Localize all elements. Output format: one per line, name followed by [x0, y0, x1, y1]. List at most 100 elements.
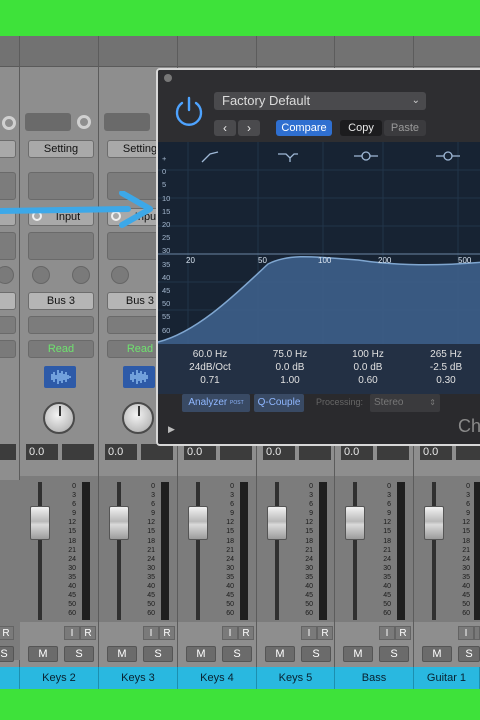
volume-fader-handle[interactable]: [424, 506, 444, 540]
solo-button[interactable]: S: [458, 646, 480, 662]
window-close-button[interactable]: [164, 74, 172, 82]
analyzer-button[interactable]: Analyzer POST: [182, 394, 250, 412]
db-tick: 25: [162, 233, 171, 243]
input-monitor-button[interactable]: I: [222, 626, 238, 640]
setting-button[interactable]: [0, 140, 16, 158]
solo-button[interactable]: S: [301, 646, 331, 662]
mute-button[interactable]: M: [107, 646, 137, 662]
record-enable-button[interactable]: R: [395, 626, 411, 640]
setting-button[interactable]: Setting: [28, 140, 94, 158]
channel-name[interactable]: Guitar 1: [414, 667, 480, 689]
send-bus-button[interactable]: Bus 3: [28, 292, 94, 310]
level-meter: [82, 482, 90, 620]
channel-name[interactable]: Keys 2: [20, 667, 99, 689]
scale-tick: 3: [309, 492, 313, 500]
band3-gain[interactable]: 0.0 dB: [338, 362, 398, 373]
mute-button[interactable]: M: [28, 646, 58, 662]
paste-button[interactable]: Paste: [384, 120, 426, 136]
automation-read-button[interactable]: [0, 340, 16, 358]
volume-fader-handle[interactable]: [345, 506, 365, 540]
empty-send-slot[interactable]: [0, 316, 16, 334]
link-ring-icon[interactable]: [2, 116, 16, 130]
pan-knob[interactable]: [122, 402, 154, 434]
input-monitor-button[interactable]: I: [64, 626, 80, 640]
pan-knob[interactable]: [43, 402, 75, 434]
band2-q[interactable]: 1.00: [260, 375, 320, 386]
mode-round-button[interactable]: [72, 266, 90, 284]
automation-read-button[interactable]: Read: [28, 340, 94, 358]
band1-frequency[interactable]: 60.0 Hz: [180, 349, 240, 360]
level-meter: [319, 482, 327, 620]
volume-readout[interactable]: 0.0: [26, 444, 58, 460]
volume-fader-handle[interactable]: [30, 506, 50, 540]
volume-fader-handle[interactable]: [188, 506, 208, 540]
band4-q[interactable]: 0.30: [416, 375, 476, 386]
device-slot[interactable]: [25, 113, 71, 131]
band3-frequency[interactable]: 100 Hz: [338, 349, 398, 360]
mode-round-button[interactable]: [0, 266, 14, 284]
scale-tick: 60: [383, 610, 391, 618]
input-monitor-button[interactable]: I: [458, 626, 474, 640]
band2-frequency[interactable]: 75.0 Hz: [260, 349, 320, 360]
volume-fader-handle[interactable]: [109, 506, 129, 540]
mode-round-button[interactable]: [32, 266, 50, 284]
channel-name[interactable]: [0, 667, 20, 689]
copy-button[interactable]: Copy: [340, 120, 382, 136]
record-enable-button[interactable]: R: [80, 626, 96, 640]
record-enable-button[interactable]: [474, 626, 480, 640]
insert-slot[interactable]: [28, 232, 94, 260]
device-slot[interactable]: [104, 113, 150, 131]
solo-button[interactable]: S: [143, 646, 173, 662]
send-bus-button[interactable]: [0, 292, 16, 310]
mode-round-button[interactable]: [111, 266, 129, 284]
solo-button[interactable]: S: [64, 646, 94, 662]
disclosure-triangle-icon[interactable]: ▶: [168, 424, 175, 435]
next-preset-button[interactable]: ›: [238, 120, 260, 136]
band3-q[interactable]: 0.60: [338, 375, 398, 386]
band1-q[interactable]: 0.71: [180, 375, 240, 386]
processing-dropdown[interactable]: Stereo ⇕: [370, 394, 440, 412]
volume-fader-handle[interactable]: [267, 506, 287, 540]
q-couple-button[interactable]: Q-Couple: [254, 394, 304, 412]
link-ring-icon[interactable]: [77, 115, 91, 129]
channel-name[interactable]: Keys 3: [99, 667, 178, 689]
freq-label: 50: [258, 256, 267, 265]
solo-button[interactable]: S: [0, 646, 14, 662]
volume-readout[interactable]: 0.0: [420, 444, 452, 460]
scale-tick: 50: [462, 601, 470, 609]
record-enable-button[interactable]: R: [317, 626, 333, 640]
record-enable-button[interactable]: R: [238, 626, 254, 640]
band4-frequency[interactable]: 265 Hz: [416, 349, 476, 360]
band2-gain[interactable]: 0.0 dB: [260, 362, 320, 373]
channel-name[interactable]: Bass: [335, 667, 414, 689]
volume-readout[interactable]: 0.0: [341, 444, 373, 460]
channel-name[interactable]: Keys 5: [257, 667, 335, 689]
input-monitor-button[interactable]: I: [143, 626, 159, 640]
volume-readout[interactable]: 0.0: [184, 444, 216, 460]
eq-graph[interactable]: +0 5 10 15 20 25 30 35 40 45 50 55 60 20 50 100 200 …: [158, 142, 480, 344]
mute-button[interactable]: M: [265, 646, 295, 662]
volume-readout[interactable]: 0.0: [263, 444, 295, 460]
mute-button[interactable]: M: [343, 646, 373, 662]
input-monitor-button[interactable]: I: [301, 626, 317, 640]
preset-dropdown[interactable]: Factory Default ⌄: [214, 92, 426, 110]
db-tick: 5: [162, 180, 167, 190]
volume-readout[interactable]: 0.0: [105, 444, 137, 460]
insert-slot[interactable]: [0, 232, 16, 260]
empty-send-slot[interactable]: [28, 316, 94, 334]
solo-button[interactable]: S: [379, 646, 409, 662]
scale-tick: 0: [309, 483, 313, 490]
solo-button[interactable]: S: [222, 646, 252, 662]
record-enable-button[interactable]: R: [159, 626, 175, 640]
input-monitor-button[interactable]: R: [0, 626, 14, 640]
channel-name[interactable]: Keys 4: [178, 667, 257, 689]
input-monitor-button[interactable]: I: [379, 626, 395, 640]
mute-button[interactable]: M: [422, 646, 452, 662]
band1-slope[interactable]: 24dB/Oct: [180, 362, 240, 373]
band4-gain[interactable]: -2.5 dB: [416, 362, 476, 373]
previous-preset-button[interactable]: ‹: [214, 120, 236, 136]
scale-tick: 15: [68, 528, 76, 536]
mute-button[interactable]: M: [186, 646, 216, 662]
compare-button[interactable]: Compare: [276, 120, 332, 136]
power-icon[interactable]: [172, 94, 206, 128]
